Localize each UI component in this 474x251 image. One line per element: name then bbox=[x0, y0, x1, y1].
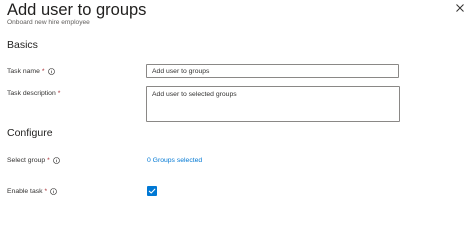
close-icon bbox=[456, 4, 464, 12]
checkmark-icon bbox=[148, 188, 156, 194]
required-marker: * bbox=[47, 157, 50, 164]
required-marker: * bbox=[57, 90, 61, 97]
enable-task-label: Enable task * bbox=[7, 187, 57, 196]
required-marker: * bbox=[41, 68, 45, 75]
task-name-input[interactable] bbox=[146, 64, 399, 78]
section-heading-basics: Basics bbox=[7, 39, 38, 51]
task-description-label: Task description * bbox=[7, 89, 60, 98]
section-heading-configure: Configure bbox=[7, 127, 53, 139]
panel-subtitle: Onboard new hire employee bbox=[7, 19, 90, 26]
required-marker: * bbox=[44, 188, 48, 195]
task-name-label: Task name * bbox=[7, 67, 55, 76]
info-icon[interactable] bbox=[47, 68, 55, 75]
enable-task-label-text: Enable task bbox=[7, 188, 43, 195]
info-icon[interactable] bbox=[50, 188, 57, 195]
task-description-textarea[interactable] bbox=[146, 86, 400, 122]
select-group-label: Select group * bbox=[7, 156, 60, 165]
close-button[interactable] bbox=[454, 2, 466, 14]
select-groups-link[interactable]: 0 Groups selected bbox=[147, 156, 202, 165]
select-group-label-text: Select group bbox=[7, 157, 46, 164]
enable-task-checkbox[interactable] bbox=[147, 186, 157, 196]
panel-title: Add user to groups bbox=[7, 1, 147, 19]
info-icon[interactable] bbox=[53, 157, 60, 164]
task-name-label-text: Task name bbox=[7, 68, 40, 75]
task-description-label-text: Task description bbox=[7, 90, 56, 97]
